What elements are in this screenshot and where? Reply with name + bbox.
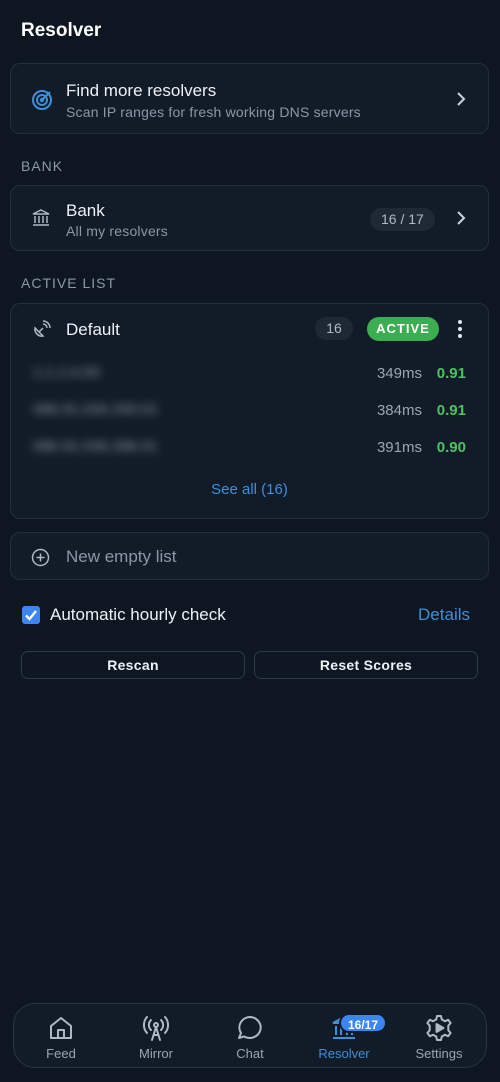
resolver-score: 0.90: [436, 439, 466, 456]
resolver-score: 0.91: [436, 365, 466, 382]
home-icon: [50, 1017, 72, 1039]
nav-label: Settings: [415, 1046, 463, 1061]
chevron-right-icon: [457, 211, 466, 225]
new-empty-list-button[interactable]: New empty list: [10, 532, 489, 580]
find-more-subtitle: Scan IP ranges for fresh working DNS ser…: [66, 104, 361, 120]
reset-scores-button[interactable]: Reset Scores: [254, 651, 478, 679]
resolver-ip: 086.91.036.286.01: [33, 438, 159, 455]
resolver-row[interactable]: 086.91.036.286.01 391ms 0.90: [11, 436, 488, 460]
bank-subtitle: All my resolvers: [66, 223, 168, 239]
chat-bubble-icon: [238, 1016, 262, 1039]
bottom-nav: Feed Mirror Chat Resolver Settings 16/17: [13, 1003, 487, 1068]
resolver-row[interactable]: 1.1.1.0.00 349ms 0.91: [11, 362, 488, 386]
find-more-title: Find more resolvers: [66, 81, 217, 100]
antenna-icon: [143, 1016, 169, 1041]
active-list-name: Default: [66, 320, 120, 339]
nav-item-mirror[interactable]: Mirror: [109, 1004, 203, 1069]
active-list-count-badge: 16: [315, 317, 353, 340]
bank-count-badge: 16 / 17: [370, 208, 435, 231]
nav-label: Resolver: [318, 1046, 370, 1061]
auto-check-checkbox[interactable]: [22, 606, 40, 624]
nav-item-settings[interactable]: Settings: [392, 1004, 486, 1069]
see-all-link[interactable]: See all (16): [11, 481, 488, 498]
bank-title: Bank: [66, 201, 105, 220]
resolver-latency: 349ms: [376, 365, 422, 382]
nav-item-chat[interactable]: Chat: [203, 1004, 297, 1069]
more-vertical-icon[interactable]: [453, 317, 467, 341]
rescan-button[interactable]: Rescan: [21, 651, 245, 679]
radar-icon: [32, 90, 52, 110]
bank-section-label: BANK: [21, 158, 64, 174]
active-list-section-label: ACTIVE LIST: [21, 275, 117, 291]
resolver-ip: 1.1.1.0.00: [33, 364, 100, 381]
active-list-card: Default 16 ACTIVE 1.1.1.0.00 349ms 0.91 …: [10, 303, 489, 519]
bank-card[interactable]: Bank All my resolvers 16 / 17: [10, 185, 489, 251]
page-title: Resolver: [21, 20, 102, 41]
resolver-row[interactable]: 086.91.026.200.01 384ms 0.91: [11, 399, 488, 423]
nav-label: Feed: [46, 1046, 76, 1061]
bank-icon: [32, 209, 50, 226]
chevron-right-icon: [457, 92, 466, 106]
checkmark-icon: [25, 610, 37, 621]
gear-play-icon: [426, 1015, 452, 1041]
resolver-count-badge: 16/17: [339, 1013, 388, 1033]
nav-label: Chat: [236, 1046, 264, 1061]
new-empty-list-label: New empty list: [66, 547, 177, 566]
resolver-ip: 086.91.026.200.01: [33, 401, 159, 418]
find-more-resolvers-card[interactable]: Find more resolvers Scan IP ranges for f…: [10, 63, 489, 134]
details-link[interactable]: Details: [418, 605, 470, 625]
satellite-dish-icon: [34, 320, 51, 337]
resolver-latency: 391ms: [376, 439, 422, 456]
resolver-latency: 384ms: [376, 402, 422, 419]
nav-item-feed[interactable]: Feed: [14, 1004, 108, 1069]
resolver-score: 0.91: [436, 402, 466, 419]
add-circle-icon: [31, 548, 50, 567]
nav-label: Mirror: [139, 1046, 173, 1061]
auto-check-label: Automatic hourly check: [50, 605, 226, 624]
active-status-badge: ACTIVE: [367, 317, 439, 341]
